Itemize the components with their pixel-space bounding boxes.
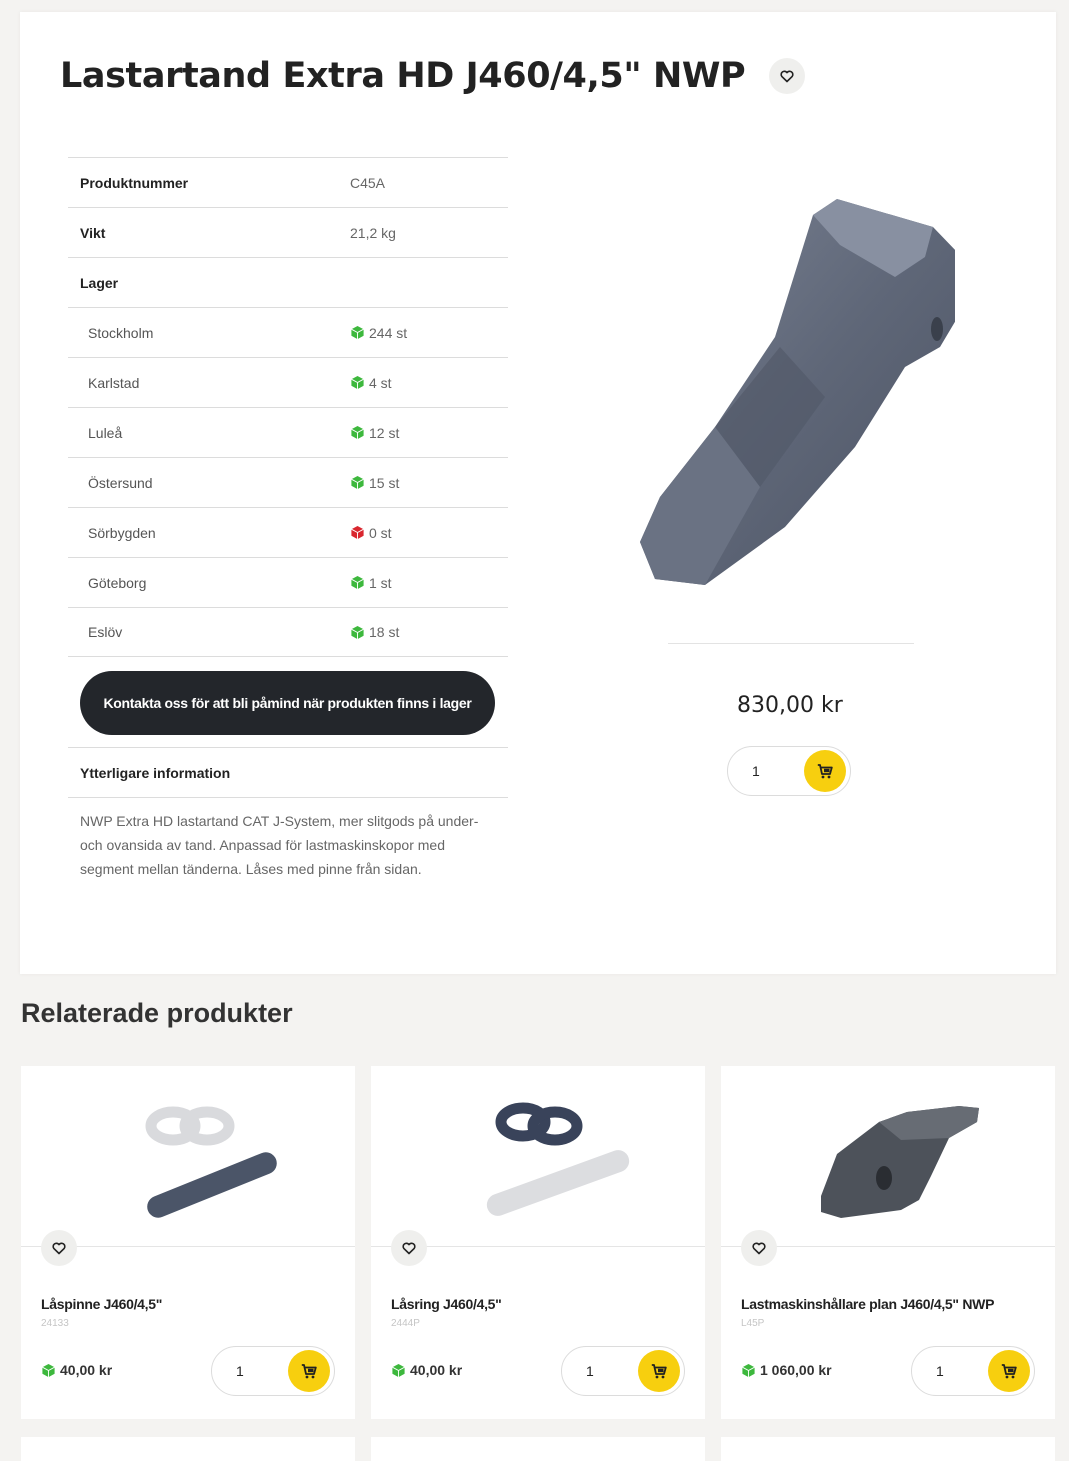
- stock-location: Östersund: [88, 474, 153, 491]
- stock-qty: 1 st: [369, 574, 392, 591]
- box-icon: [42, 1363, 55, 1377]
- stock-location: Stockholm: [88, 324, 154, 341]
- related-product-name[interactable]: Lastmaskinshållare plan J460/4,5" NWP: [741, 1296, 994, 1312]
- heart-icon: [52, 1241, 66, 1254]
- heart-icon: [752, 1241, 766, 1254]
- heart-icon: [780, 69, 794, 82]
- product-card: Lastartand Extra HD J460/4,5" NWP Produk…: [20, 12, 1056, 974]
- stock-row: Göteborg 1 st: [68, 557, 508, 607]
- stock-qty: 18 st: [369, 624, 400, 640]
- quantity-input[interactable]: 1: [936, 1363, 944, 1379]
- cart-icon: [651, 1363, 667, 1378]
- related-product-card[interactable]: Låsring J460/4,5" 2444P 40,00 kr 1: [371, 1066, 705, 1419]
- stock-qty: 0 st: [369, 524, 392, 541]
- additional-info-heading: Ytterligare information: [68, 747, 508, 798]
- spec-row-weight: Vikt 21,2 kg: [68, 207, 508, 257]
- stock-qty: 12 st: [369, 424, 400, 441]
- related-product-sku: 24133: [41, 1318, 69, 1329]
- stock-location: Karlstad: [88, 374, 140, 391]
- stock-row: Karlstad 4 st: [68, 357, 508, 407]
- stock-row: Östersund 15 st: [68, 457, 508, 507]
- stock-heading: Lager: [80, 274, 119, 291]
- related-product-price: 1 060,00 kr: [760, 1362, 832, 1378]
- title-row: Lastartand Extra HD J460/4,5" NWP: [60, 56, 806, 96]
- product-image: [145, 1106, 277, 1218]
- related-product-price-row: 40,00 kr: [41, 1362, 112, 1378]
- box-icon: [351, 325, 364, 340]
- related-product-card[interactable]: Lastmaskinshållare plan J460/4,5" NWP L4…: [721, 1066, 1055, 1419]
- box-icon: [742, 1363, 755, 1377]
- add-to-cart-button[interactable]: [988, 1350, 1030, 1392]
- spec-value: C45A: [350, 174, 386, 191]
- favorite-button[interactable]: [41, 1230, 77, 1266]
- favorite-button[interactable]: [391, 1230, 427, 1266]
- favorite-button[interactable]: [769, 58, 806, 94]
- cart-icon: [1001, 1363, 1017, 1378]
- heart-icon: [402, 1241, 416, 1254]
- stock-row: Sörbygden 0 st: [68, 507, 508, 557]
- add-to-cart-button[interactable]: [638, 1350, 680, 1392]
- product-image: [821, 1106, 979, 1218]
- stock-location: Luleå: [88, 424, 123, 441]
- related-product-name[interactable]: Låsring J460/4,5": [391, 1296, 502, 1312]
- quantity-stepper[interactable]: 1: [211, 1346, 335, 1396]
- quantity-input[interactable]: 1: [586, 1363, 594, 1379]
- spec-label: Produktnummer: [80, 174, 189, 191]
- contact-notify-button[interactable]: Kontakta oss för att bli påmind när prod…: [80, 671, 495, 735]
- box-icon: [392, 1363, 405, 1377]
- product-price: 830,00 kr: [737, 693, 843, 718]
- related-product-card[interactable]: Låspinne J460/4,5" 24133 40,00 kr 1: [21, 1066, 355, 1419]
- quantity-stepper[interactable]: 1: [561, 1346, 685, 1396]
- spec-label: Vikt: [80, 224, 106, 241]
- stock-row: Eslöv 18 st: [68, 607, 508, 657]
- box-icon: [351, 375, 364, 390]
- related-products-heading: Relaterade produkter: [21, 998, 293, 1028]
- quantity-stepper[interactable]: 1: [911, 1346, 1035, 1396]
- spec-row-product-number: Produktnummer C45A: [68, 157, 508, 207]
- related-product-price: 40,00 kr: [60, 1362, 113, 1378]
- related-product-sku: 2444P: [391, 1318, 420, 1329]
- product-image: [486, 1102, 630, 1216]
- add-to-cart-button[interactable]: [288, 1350, 330, 1392]
- add-to-cart-button[interactable]: [804, 750, 846, 792]
- stock-heading-row: Lager: [68, 257, 508, 307]
- stock-location: Sörbygden: [88, 524, 156, 541]
- favorite-button[interactable]: [741, 1230, 777, 1266]
- product-description: NWP Extra HD lastartand CAT J-System, me…: [80, 813, 479, 877]
- quantity-input[interactable]: 1: [752, 763, 760, 779]
- cart-icon: [817, 763, 833, 778]
- stock-qty: 244 st: [369, 324, 408, 341]
- related-product-price-row: 40,00 kr: [391, 1362, 462, 1378]
- stock-row: Stockholm 244 st: [68, 307, 508, 357]
- quantity-input[interactable]: 1: [236, 1363, 244, 1379]
- spec-value: 21,2 kg: [350, 224, 396, 241]
- related-product-price: 40,00 kr: [410, 1362, 463, 1378]
- related-product-card-partial: [21, 1437, 355, 1461]
- related-product-card-partial: [371, 1437, 705, 1461]
- quantity-stepper[interactable]: 1: [727, 746, 851, 796]
- stock-qty: 4 st: [369, 374, 392, 391]
- related-product-sku: L45P: [741, 1318, 765, 1329]
- stock-location: Eslöv: [88, 624, 123, 640]
- box-icon: [351, 425, 364, 440]
- box-icon: [351, 475, 364, 490]
- box-icon: [351, 625, 364, 639]
- related-product-price-row: 1 060,00 kr: [741, 1362, 832, 1378]
- stock-row: Luleå 12 st: [68, 407, 508, 457]
- product-image: [640, 199, 955, 585]
- box-icon: [351, 525, 364, 540]
- stock-location: Göteborg: [88, 574, 147, 591]
- spec-table: Produktnummer C45A Vikt 21,2 kg Lager St…: [68, 157, 508, 657]
- image-divider: [668, 643, 914, 644]
- box-icon: [351, 575, 364, 590]
- page-title: Lastartand Extra HD J460/4,5" NWP: [60, 56, 746, 96]
- related-product-name[interactable]: Låspinne J460/4,5": [41, 1296, 162, 1312]
- cart-icon: [301, 1363, 317, 1378]
- stock-qty: 15 st: [369, 474, 400, 491]
- related-product-card-partial: [721, 1437, 1055, 1461]
